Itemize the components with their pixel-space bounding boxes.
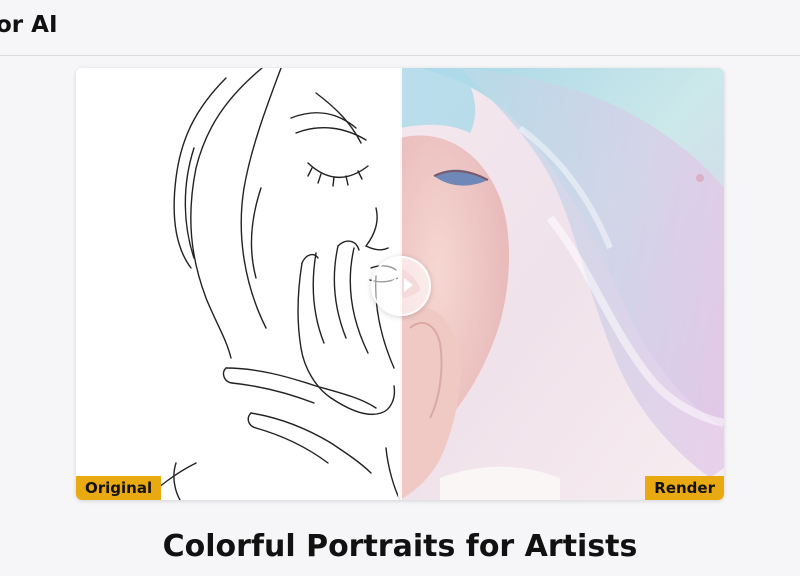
rendered-painting (400, 68, 724, 500)
original-label: Original (76, 476, 162, 500)
render-label: Render (645, 476, 724, 500)
arrow-left-icon (387, 278, 396, 292)
original-sketch-image (76, 68, 400, 500)
rendered-portrait-image (400, 68, 724, 500)
arrow-right-icon (404, 278, 413, 292)
brand-logo-text[interactable]: or AI (0, 12, 58, 38)
top-bar: or AI (0, 0, 800, 56)
page-title: Colorful Portraits for Artists (162, 529, 638, 564)
before-after-comparison[interactable] (76, 68, 724, 500)
comparison-slider-handle[interactable] (371, 256, 431, 316)
sketch-drawing (145, 68, 400, 500)
